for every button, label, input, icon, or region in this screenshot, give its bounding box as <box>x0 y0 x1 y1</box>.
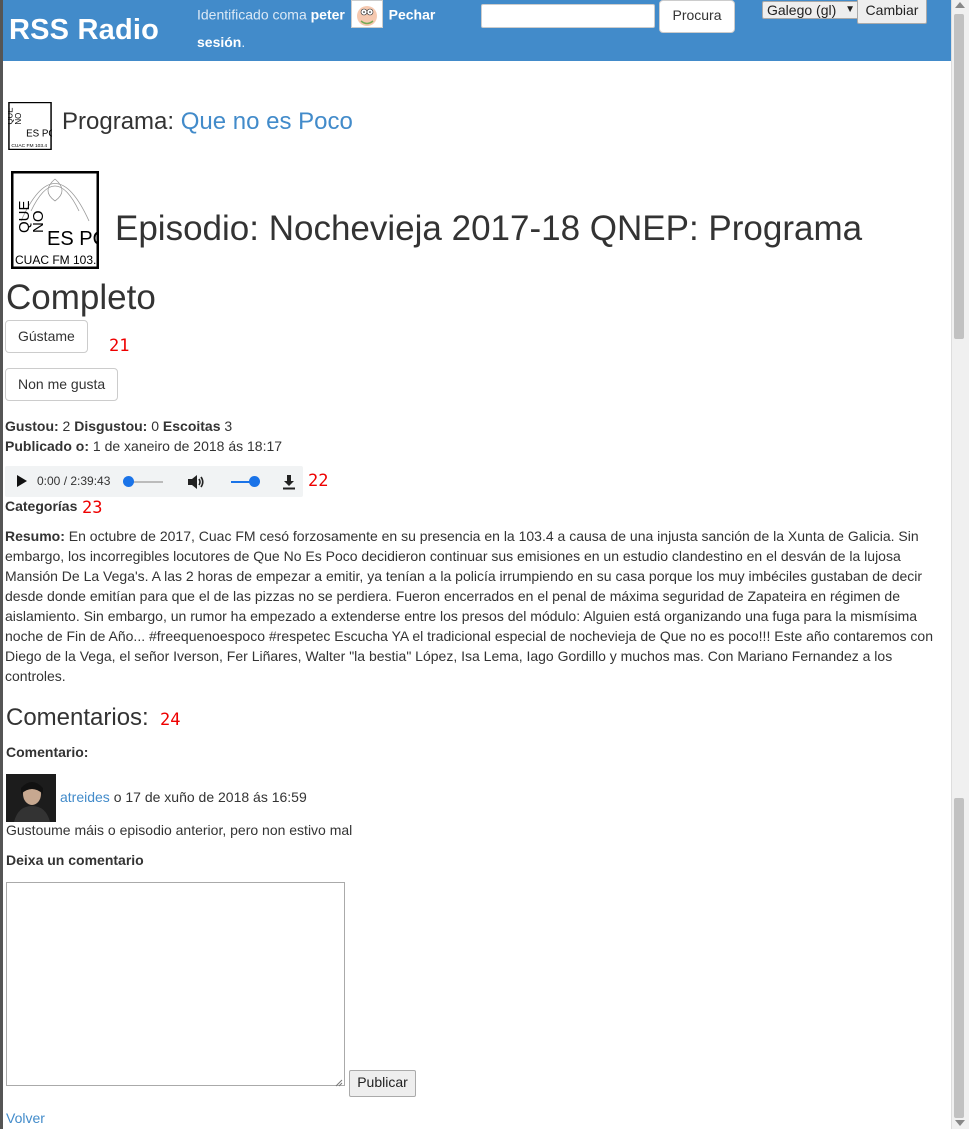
like-button[interactable]: Gústame <box>5 320 88 353</box>
disliked-label: Disgustou: <box>74 418 148 434</box>
comments-heading: Comentarios: <box>6 704 149 731</box>
play-icon[interactable] <box>17 475 27 487</box>
back-link[interactable]: Volver <box>6 1110 45 1126</box>
categories-badge: 23 <box>82 498 103 518</box>
user-status: Identificado coma peter Pechar sesión. <box>197 0 457 54</box>
commenter-avatar <box>6 774 56 822</box>
comment-text: Gustoume máis o episodio anterior, pero … <box>6 822 353 838</box>
comment-label: Comentario: <box>6 744 89 760</box>
summary-text: En octubre de 2017, Cuac FM cesó forzosa… <box>5 528 933 684</box>
audio-badge: 22 <box>308 471 329 491</box>
svg-text:QUE: QUE <box>8 108 14 125</box>
published-value: 1 de xaneiro de 2018 ás 18:17 <box>92 438 283 454</box>
stats-row: Gustou: 2 Disgustou: 0 Escoitas 3 <box>5 416 282 436</box>
categories-label: Categorías <box>5 498 78 514</box>
language-select[interactable]: Galego (gl) ▼ <box>762 1 860 19</box>
page: RSS Radio Identificado coma peter Pechar… <box>0 0 969 1129</box>
comment-textarea[interactable] <box>6 882 345 1086</box>
resize-grip-icon[interactable] <box>335 1074 343 1087</box>
username-link[interactable]: peter <box>311 7 345 23</box>
scrollbar-thumb-secondary[interactable] <box>954 798 964 1118</box>
search-button[interactable]: Procura <box>659 0 735 33</box>
chevron-down-icon: ▼ <box>845 4 855 15</box>
search-input[interactable] <box>481 4 655 28</box>
comment-author-link[interactable]: atreides <box>60 789 110 805</box>
window-left-border <box>0 0 3 1129</box>
svg-text:NO: NO <box>14 113 23 125</box>
program-label: Programa: <box>62 108 175 135</box>
program-logo[interactable]: QUE NO ES POCO CUAC FM 103.4 <box>5 101 71 151</box>
liked-label: Gustou: <box>5 418 59 434</box>
program-heading: Programa: Que no es Poco <box>62 108 353 136</box>
user-avatar-icon[interactable] <box>350 0 383 28</box>
change-language-button[interactable]: Cambiar <box>857 0 927 24</box>
language-selected: Galego (gl) <box>767 2 837 18</box>
episode-stats: Gustou: 2 Disgustou: 0 Escoitas 3 Public… <box>5 416 282 456</box>
scroll-down-arrow-icon[interactable] <box>955 1120 965 1126</box>
listens-label: Escoitas <box>162 418 221 434</box>
download-icon[interactable] <box>281 474 297 490</box>
svg-text:CUAC FM 103.4: CUAC FM 103.4 <box>11 143 47 149</box>
episode-heading: Episodio: Nochevieja 2017-18 QNEP: Progr… <box>6 194 926 332</box>
liked-value: 2 <box>62 418 71 434</box>
svg-text:ES POCO: ES POCO <box>26 128 52 139</box>
scrollbar-thumb[interactable] <box>954 14 964 339</box>
comment-date: o 17 de xuño de 2018 ás 16:59 <box>113 789 307 805</box>
published-label: Publicado o: <box>5 438 89 454</box>
audio-time: 0:00 / 2:39:43 <box>37 474 111 488</box>
top-navbar: RSS Radio Identificado coma peter Pechar… <box>3 0 951 61</box>
audio-player: 0:00 / 2:39:43 <box>5 466 303 497</box>
listens-value: 3 <box>224 418 233 434</box>
disliked-value: 0 <box>151 418 160 434</box>
leave-comment-label: Deixa un comentario <box>6 852 144 868</box>
brand-title[interactable]: RSS Radio <box>9 14 159 47</box>
volume-icon[interactable] <box>187 474 205 490</box>
progress-handle[interactable] <box>123 476 134 487</box>
likes-badge: 21 <box>109 336 130 356</box>
logged-prefix: Identificado coma <box>197 6 307 23</box>
publish-button[interactable]: Publicar <box>349 1070 416 1097</box>
published-row: Publicado o: 1 de xaneiro de 2018 ás 18:… <box>5 436 282 456</box>
comment-meta: atreides o 17 de xuño de 2018 ás 16:59 <box>60 789 307 805</box>
program-link[interactable]: Que no es Poco <box>181 108 353 135</box>
volume-handle[interactable] <box>249 476 260 487</box>
summary-label: Resumo: <box>5 528 65 544</box>
scroll-up-arrow-icon[interactable] <box>955 2 965 8</box>
comments-badge: 24 <box>160 710 181 730</box>
episode-label: Episodio: <box>115 209 259 248</box>
dislike-button[interactable]: Non me gusta <box>5 368 118 401</box>
episode-summary: Resumo: En octubre de 2017, Cuac FM cesó… <box>5 526 940 686</box>
